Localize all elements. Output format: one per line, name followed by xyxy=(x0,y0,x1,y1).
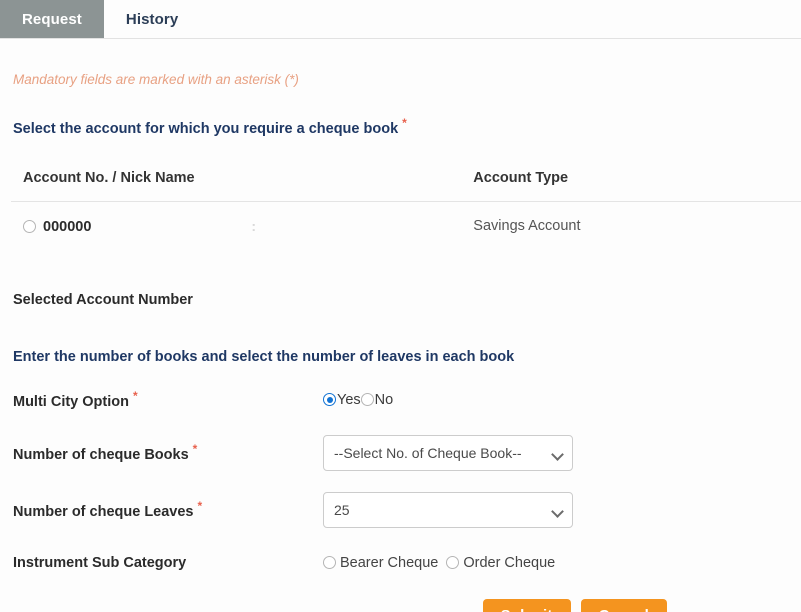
cheque-leaves-label-text: Number of cheque Leaves xyxy=(13,504,194,521)
cheque-leaves-select-wrapper: 25 xyxy=(323,491,573,528)
cheque-books-label: Number of cheque Books * xyxy=(11,442,323,463)
cheque-books-label-text: Number of cheque Books xyxy=(13,447,189,464)
required-asterisk: * xyxy=(132,389,138,404)
submit-button[interactable]: Submit xyxy=(482,598,571,612)
instrument-option-order-cheque[interactable]: Order Cheque xyxy=(446,555,563,571)
cheque-books-select-wrapper: --Select No. of Cheque Book-- xyxy=(323,434,573,471)
column-header-account-type: Account Type xyxy=(461,169,801,202)
account-select-radio[interactable] xyxy=(23,219,36,233)
row-number-of-cheque-books: Number of cheque Books * --Select No. of … xyxy=(11,434,790,471)
account-no-cell: 000000: xyxy=(11,201,461,251)
required-asterisk: * xyxy=(192,442,198,457)
account-section-heading-text: Select the account for which you require… xyxy=(13,120,399,137)
account-type-cell: Savings Account xyxy=(473,218,581,235)
selected-account-number-label: Selected Account Number xyxy=(13,291,193,308)
row-number-of-cheque-leaves: Number of cheque Leaves * 25 xyxy=(11,491,790,528)
account-no-value: 000000 xyxy=(43,218,92,235)
order-cheque-label: Order Cheque xyxy=(463,554,556,571)
table-header-row: Account No. / Nick Name Account Type xyxy=(11,169,801,202)
instrument-sub-category-field: Bearer Cheque Order Cheque xyxy=(323,555,790,571)
tab-bar: Request History xyxy=(0,0,801,39)
mandatory-fields-note: Mandatory fields are marked with an aste… xyxy=(13,72,299,87)
multi-city-no-label: No xyxy=(374,391,394,408)
cheque-leaves-label: Number of cheque Leaves * xyxy=(11,499,323,520)
row-multi-city-option: Multi City Option * Yes No xyxy=(11,386,790,414)
form-actions: Submit Cancel xyxy=(11,598,790,612)
radio-order-cheque-icon[interactable] xyxy=(446,556,460,570)
table-row[interactable]: 000000: Savings Account xyxy=(11,201,801,251)
cheque-leaves-field: 25 xyxy=(323,491,790,528)
tab-request-label: Request xyxy=(22,10,82,28)
bearer-cheque-label: Bearer Cheque xyxy=(340,554,439,571)
account-section-heading: Select the account for which you require… xyxy=(13,116,790,137)
radio-no-icon[interactable] xyxy=(360,393,374,407)
cheque-books-select[interactable]: --Select No. of Cheque Book-- xyxy=(323,434,573,471)
multi-city-label: Multi City Option * xyxy=(11,389,323,410)
form-content: Mandatory fields are marked with an aste… xyxy=(0,72,801,612)
tab-request[interactable]: Request xyxy=(0,0,104,38)
account-selection-table: Account No. / Nick Name Account Type 000… xyxy=(11,169,801,251)
tab-history[interactable]: History xyxy=(104,0,200,38)
required-asterisk: * xyxy=(197,499,203,514)
instrument-option-bearer-cheque[interactable]: Bearer Cheque xyxy=(323,555,446,571)
multi-city-option-no[interactable]: No xyxy=(360,391,394,408)
tab-history-label: History xyxy=(125,10,179,28)
cheque-leaves-select[interactable]: 25 xyxy=(323,491,573,528)
multi-city-field: Yes No xyxy=(323,392,790,408)
required-asterisk: * xyxy=(402,116,407,130)
books-section-heading: Enter the number of books and select the… xyxy=(13,348,515,365)
column-header-account-no: Account No. / Nick Name xyxy=(11,169,462,202)
multi-city-option-yes[interactable]: Yes xyxy=(323,392,361,408)
cancel-button[interactable]: Cancel xyxy=(580,598,667,612)
cheque-books-field: --Select No. of Cheque Book-- xyxy=(323,434,790,471)
multi-city-label-text: Multi City Option xyxy=(13,394,129,411)
nick-name-separator: : xyxy=(251,217,257,234)
radio-bearer-cheque-icon[interactable] xyxy=(323,556,336,570)
radio-yes-icon[interactable] xyxy=(323,393,336,407)
row-instrument-sub-category: Instrument Sub Category Bearer Cheque Or… xyxy=(11,549,790,577)
multi-city-yes-label: Yes xyxy=(337,391,361,408)
instrument-sub-category-label: Instrument Sub Category xyxy=(13,554,187,571)
